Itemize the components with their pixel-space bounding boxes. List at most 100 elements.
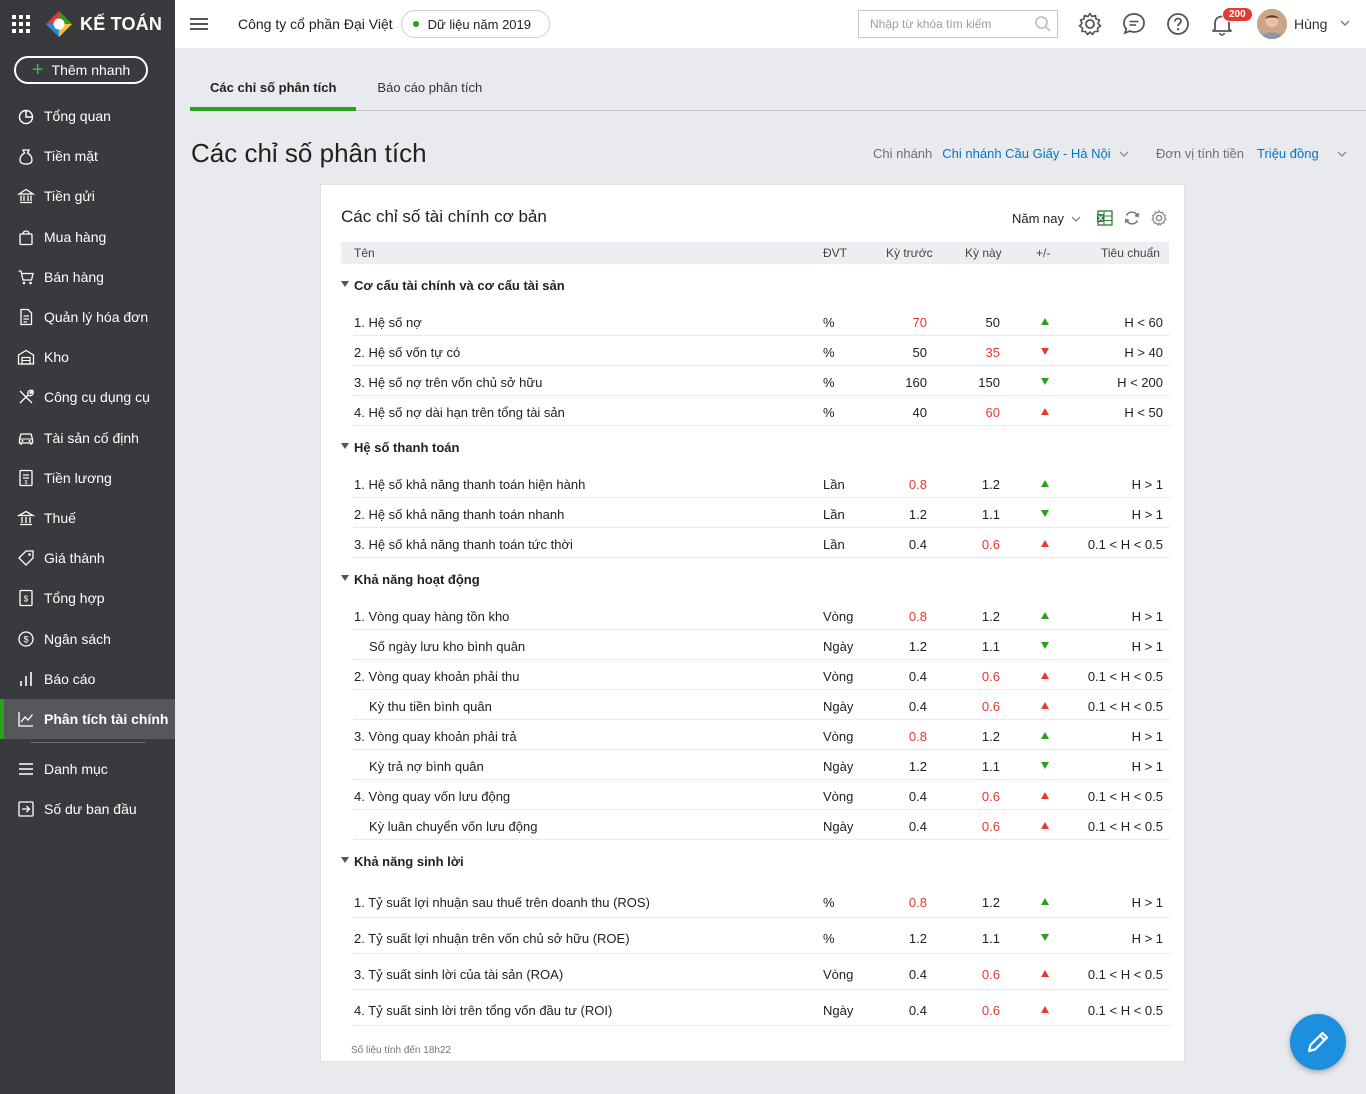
- table-row[interactable]: Số ngày lưu kho bình quân Ngày 1.2 1.1 H > 1: [353, 630, 1169, 660]
- quick-add-button[interactable]: + Thêm nhanh: [14, 56, 148, 84]
- car-icon: [18, 432, 34, 445]
- current-value: 0.6: [981, 967, 1000, 982]
- sidebar-item-12[interactable]: Giá thành: [0, 538, 175, 578]
- unit: Ngày: [823, 1003, 854, 1018]
- table-row[interactable]: 1. Vòng quay hàng tồn kho Vòng 0.8 1.2 H > 1: [353, 600, 1169, 630]
- arrow-down-icon: [1041, 762, 1049, 769]
- tab-analysis-reports[interactable]: Báo cáo phân tích: [357, 68, 502, 111]
- group-header[interactable]: Khả năng sinh lời: [341, 840, 1169, 882]
- collapse-triangle-icon[interactable]: [341, 443, 349, 449]
- collapse-triangle-icon[interactable]: [341, 281, 349, 287]
- year-selector[interactable]: Dữ liệu năm 2019: [400, 10, 550, 38]
- summary-icon: $: [19, 590, 33, 607]
- standard: H < 200: [1117, 375, 1163, 390]
- indicator-name: 2. Tỷ suất lợi nhuận trên vốn chủ sở hữu…: [354, 931, 630, 946]
- branch-select[interactable]: Chi nhánh Cầu Giấy - Hà Nội: [942, 146, 1110, 161]
- app-grid-icon[interactable]: [12, 15, 30, 33]
- current-value: 150: [978, 375, 1000, 390]
- table-row[interactable]: 4. Vòng quay vốn lưu động Vòng 0.4 0.6 0.1 <…: [353, 780, 1169, 810]
- sidebar-item-7[interactable]: Kho: [0, 337, 175, 377]
- search-input[interactable]: [870, 17, 1030, 31]
- current-value: 1.2: [981, 729, 1000, 744]
- edit-fab-button[interactable]: [1290, 1014, 1346, 1070]
- indicator-name: 3. Tỷ suất sinh lời của tài sản (ROA): [354, 967, 564, 982]
- indicator-name: Kỳ thu tiền bình quân: [369, 699, 492, 714]
- sidebar-item-15[interactable]: Báo cáo: [0, 659, 175, 699]
- sidebar-item-2[interactable]: Tiền mặt: [0, 136, 175, 176]
- unit: %: [823, 931, 835, 946]
- collapse-triangle-icon[interactable]: [341, 575, 349, 581]
- standard: 0.1 < H < 0.5: [1087, 669, 1163, 684]
- sidebar-item-16[interactable]: Phân tích tài chính: [0, 698, 175, 740]
- arrow-up-icon: [1041, 672, 1049, 679]
- sidebar-item-4[interactable]: Mua hàng: [0, 217, 175, 257]
- group-header[interactable]: Hệ số thanh toán: [341, 426, 1169, 468]
- current-value: 1.1: [981, 931, 1000, 946]
- sidebar-item-17[interactable]: Danh mục: [0, 749, 175, 789]
- currency-select[interactable]: Triệu đồng: [1257, 146, 1319, 161]
- sidebar-item-6[interactable]: Quản lý hóa đơn: [0, 297, 175, 337]
- previous-value: 0.4: [908, 699, 927, 714]
- sidebar-item-8[interactable]: Công cụ dụng cụ: [0, 377, 175, 417]
- indicator-name: 3. Vòng quay khoản phải trả: [354, 729, 517, 744]
- period-select[interactable]: Năm nay: [1012, 211, 1081, 226]
- excel-export-icon[interactable]: [1096, 209, 1114, 227]
- previous-value: 0.4: [908, 1003, 927, 1018]
- settings-icon[interactable]: [1150, 209, 1168, 227]
- avatar[interactable]: [1257, 9, 1287, 39]
- tab-analysis-indicators[interactable]: Các chỉ số phân tích: [190, 68, 357, 111]
- table-row[interactable]: 2. Hệ số khả năng thanh toán nhanh Lần 1.2…: [353, 498, 1169, 528]
- table-row[interactable]: Kỳ trả nợ bình quân Ngày 1.2 1.1 H > 1: [353, 750, 1169, 780]
- search-icon[interactable]: [1034, 15, 1052, 33]
- table-row[interactable]: 2. Tỷ suất lợi nhuận trên vốn chủ sở hữu…: [353, 918, 1169, 954]
- collapse-triangle-icon[interactable]: [341, 857, 349, 863]
- unit: Lần: [823, 507, 845, 522]
- menu-icon[interactable]: [190, 15, 208, 33]
- table-row[interactable]: 2. Vòng quay khoản phải thu Vòng 0.4 0.6 0.1…: [353, 660, 1169, 690]
- company-name[interactable]: Công ty cổ phần Đại Việt: [238, 16, 393, 32]
- sidebar-item-label: Kho: [44, 349, 69, 366]
- table-row[interactable]: 2. Hệ số vốn tự có% 50 35 H > 40: [353, 336, 1169, 366]
- gear-icon[interactable]: [1077, 11, 1103, 37]
- table-row[interactable]: 3. Tỷ suất sinh lời của tài sản (ROA) Vòn…: [353, 954, 1169, 990]
- unit: Ngày: [823, 759, 854, 774]
- current-value: 1.2: [981, 477, 1000, 492]
- table-row[interactable]: 4. Hệ số nợ dài hạn trên tổng tài sản% 40…: [353, 396, 1169, 426]
- group-header[interactable]: Khả năng hoạt động: [341, 558, 1169, 600]
- indicator-name: 2. Vòng quay khoản phải thu: [354, 669, 520, 684]
- sidebar-divider: [30, 742, 146, 743]
- sidebar-item-18[interactable]: Số dư ban đầu: [0, 789, 175, 829]
- bank-icon: [17, 189, 35, 204]
- sidebar-item-1[interactable]: Tổng quan: [0, 96, 175, 136]
- sidebar-item-10[interactable]: $ Tiền lương: [0, 458, 175, 498]
- table-row[interactable]: 1. Hệ số khả năng thanh toán hiện hành Lầ…: [353, 468, 1169, 498]
- user-name[interactable]: Hùng: [1294, 16, 1327, 32]
- group-header[interactable]: Cơ cấu tài chính và cơ cấu tài sản: [341, 264, 1169, 306]
- chevron-down-icon[interactable]: [1340, 18, 1350, 28]
- table-row[interactable]: 1. Hệ số nợ% 70 50 H < 60: [353, 306, 1169, 336]
- sidebar-item-11[interactable]: Thuế: [0, 498, 175, 538]
- sidebar-item-13[interactable]: $ Tổng hợp: [0, 578, 175, 618]
- table-row[interactable]: Kỳ luân chuyển vốn lưu động Ngày 0.4 0.6 0.1…: [353, 810, 1169, 840]
- help-icon[interactable]: [1165, 11, 1191, 37]
- table-row[interactable]: 3. Hệ số khả năng thanh toán tức thời Lần…: [353, 528, 1169, 558]
- table-row[interactable]: 4. Tỷ suất sinh lời trên tổng vốn đầu tư…: [353, 990, 1169, 1026]
- sidebar-item-5[interactable]: Bán hàng: [0, 257, 175, 297]
- chevron-down-icon[interactable]: [1337, 149, 1347, 159]
- table-row[interactable]: 1. Tỷ suất lợi nhuận sau thuế trên doanh…: [353, 882, 1169, 918]
- table-row[interactable]: 3. Vòng quay khoản phải trả Vòng 0.8 1.2 H >…: [353, 720, 1169, 750]
- arrow-up-icon: [1041, 822, 1049, 829]
- sidebar-item-9[interactable]: Tài sản cố định: [0, 418, 175, 458]
- chevron-down-icon[interactable]: [1119, 149, 1129, 159]
- group-name: Hệ số thanh toán: [354, 440, 460, 455]
- arrow-down-icon: [1041, 348, 1049, 355]
- table-row[interactable]: 3. Hệ số nợ trên vốn chủ sở hữu% 160 150 H …: [353, 366, 1169, 396]
- arrow-down-icon: [1041, 934, 1049, 941]
- table-row[interactable]: Kỳ thu tiền bình quân Ngày 0.4 0.6 0.1 < H <…: [353, 690, 1169, 720]
- refresh-icon[interactable]: [1123, 209, 1141, 227]
- chat-icon[interactable]: [1121, 11, 1147, 37]
- sidebar-item-14[interactable]: $ Ngân sách: [0, 618, 175, 658]
- sidebar-item-3[interactable]: Tiền gửi: [0, 176, 175, 216]
- header-diff: +/-: [1036, 246, 1051, 260]
- standard: 0.1 < H < 0.5: [1087, 819, 1163, 834]
